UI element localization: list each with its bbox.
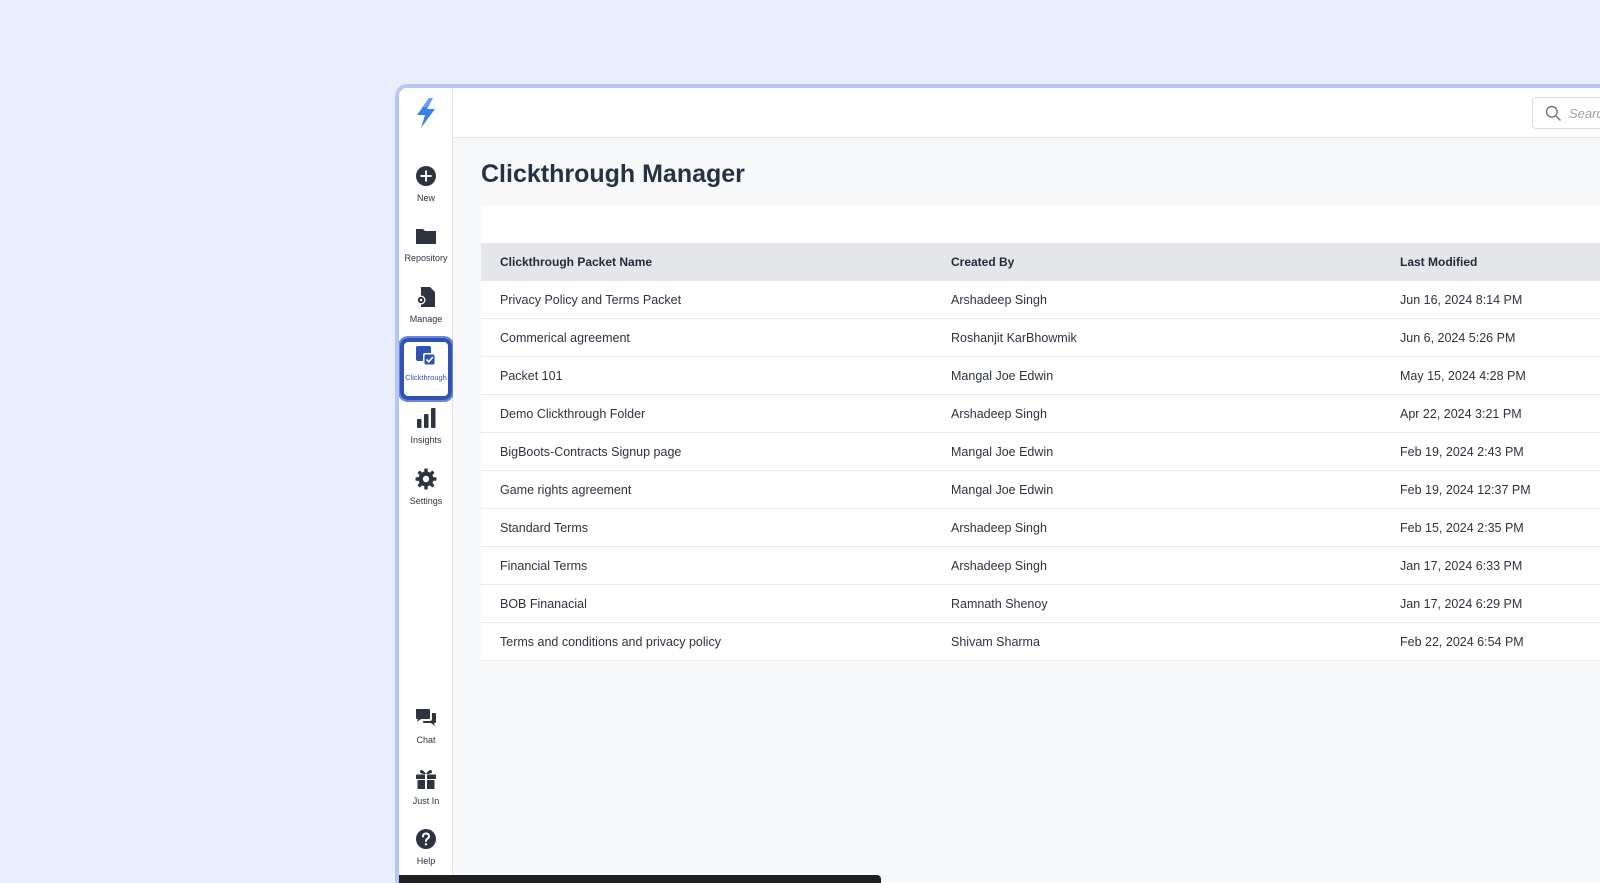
last-modified-cell: Feb 15, 2024 2:35 PM	[1400, 520, 1524, 535]
sidebar-item-label: Repository	[404, 253, 448, 263]
created-by-cell: Arshadeep Singh	[951, 520, 1047, 535]
document-gear-icon	[416, 287, 435, 307]
packet-name-cell: Privacy Policy and Terms Packet	[500, 292, 682, 307]
sidebar-item-label: Insights	[410, 435, 442, 445]
sidebar-item-label: Settings	[409, 496, 443, 506]
table-row[interactable]: Terms and conditions and privacy policy …	[481, 623, 1600, 661]
sidebar-item-clickthrough[interactable]: Clickthrough	[400, 338, 452, 400]
help-icon	[416, 829, 436, 849]
search-box[interactable]	[1532, 97, 1600, 129]
sidebar-item-label: Manage	[409, 314, 443, 324]
packet-name-cell: Packet 101	[500, 368, 563, 383]
table-row[interactable]: Demo Clickthrough Folder Arshadeep Singh…	[481, 395, 1600, 433]
search-input[interactable]	[1569, 105, 1600, 121]
last-modified-cell: Feb 19, 2024 2:43 PM	[1400, 444, 1524, 459]
clickthrough-table: Clickthrough Packet Name Created By Last…	[481, 206, 1600, 662]
sidebar-item-help[interactable]: Help	[399, 821, 453, 881]
lightning-logo-icon	[417, 98, 435, 128]
last-modified-cell: Feb 19, 2024 12:37 PM	[1400, 482, 1531, 497]
sidebar-item-label: Just In	[412, 796, 440, 806]
plus-circle-icon	[416, 166, 436, 186]
app-logo[interactable]	[399, 88, 453, 138]
table-row[interactable]: Packet 101 Mangal Joe Edwin May 15, 2024…	[481, 357, 1600, 395]
gift-icon	[416, 770, 436, 789]
folder-icon	[416, 229, 436, 244]
sidebar: New Repository Manage Clickthrough Insig…	[399, 88, 453, 883]
sidebar-item-label: Chat	[416, 735, 436, 745]
top-bar	[453, 88, 1600, 138]
clickthrough-icon	[416, 346, 436, 366]
browser-status-bar	[399, 875, 881, 883]
column-header-packet-name[interactable]: Clickthrough Packet Name	[500, 255, 652, 269]
column-header-created-by[interactable]: Created By	[951, 255, 1014, 269]
last-modified-cell: Jun 6, 2024 5:26 PM	[1400, 330, 1516, 345]
main-content: Clickthrough Manager Clickthrough Packet…	[453, 138, 1600, 883]
last-modified-cell: May 15, 2024 4:28 PM	[1400, 368, 1526, 383]
gear-icon	[415, 468, 437, 490]
packet-name-cell: Financial Terms	[500, 558, 588, 573]
packet-name-cell: Demo Clickthrough Folder	[500, 406, 646, 421]
sidebar-item-new[interactable]: New	[399, 158, 453, 218]
created-by-cell: Mangal Joe Edwin	[951, 444, 1054, 459]
created-by-cell: Arshadeep Singh	[951, 406, 1047, 421]
last-modified-cell: Jan 17, 2024 6:33 PM	[1400, 558, 1523, 573]
packet-name-cell: BigBoots-Contracts Signup page	[500, 444, 682, 459]
sidebar-item-repository[interactable]: Repository	[399, 218, 453, 278]
sidebar-item-label: Clickthrough	[405, 373, 447, 382]
sidebar-item-label: Help	[416, 856, 436, 866]
created-by-cell: Shivam Sharma	[951, 634, 1040, 649]
sidebar-item-manage[interactable]: Manage	[399, 279, 453, 339]
table-row[interactable]: Commerical agreement Roshanjit KarBhowmi…	[481, 319, 1600, 357]
app-window: New Repository Manage Clickthrough Insig…	[395, 84, 1600, 883]
table-header: Clickthrough Packet Name Created By Last…	[481, 243, 1600, 281]
search-icon	[1545, 105, 1561, 121]
table-row[interactable]: Standard Terms Arshadeep Singh Feb 15, 2…	[481, 509, 1600, 547]
table-body: Privacy Policy and Terms Packet Arshadee…	[481, 281, 1600, 661]
last-modified-cell: Jan 17, 2024 6:29 PM	[1400, 596, 1523, 611]
last-modified-cell: Feb 22, 2024 6:54 PM	[1400, 634, 1524, 649]
sidebar-item-insights[interactable]: Insights	[399, 400, 453, 460]
created-by-cell: Ramnath Shenoy	[951, 596, 1048, 611]
chat-icon	[416, 709, 436, 726]
sidebar-item-label: New	[416, 193, 435, 203]
table-row[interactable]: Privacy Policy and Terms Packet Arshadee…	[481, 281, 1600, 319]
last-modified-cell: Apr 22, 2024 3:21 PM	[1400, 406, 1522, 421]
packet-name-cell: Standard Terms	[500, 520, 589, 535]
sidebar-item-just-in[interactable]: Just In	[399, 761, 453, 821]
sidebar-item-chat[interactable]: Chat	[399, 700, 453, 760]
created-by-cell: Arshadeep Singh	[951, 558, 1047, 573]
bar-chart-icon	[417, 408, 436, 428]
packet-name-cell: Terms and conditions and privacy policy	[500, 634, 721, 649]
table-row[interactable]: Financial Terms Arshadeep Singh Jan 17, …	[481, 547, 1600, 585]
page-title: Clickthrough Manager	[481, 160, 745, 188]
packet-name-cell: Commerical agreement	[500, 330, 630, 345]
created-by-cell: Roshanjit KarBhowmik	[951, 330, 1077, 345]
table-row[interactable]: BOB Finanacial Ramnath Shenoy Jan 17, 20…	[481, 585, 1600, 623]
packet-name-cell: BOB Finanacial	[500, 596, 587, 611]
column-header-last-modified[interactable]: Last Modified	[1400, 255, 1477, 269]
created-by-cell: Mangal Joe Edwin	[951, 482, 1054, 497]
table-row[interactable]: BigBoots-Contracts Signup page Mangal Jo…	[481, 433, 1600, 471]
last-modified-cell: Jun 16, 2024 8:14 PM	[1400, 292, 1523, 307]
created-by-cell: Arshadeep Singh	[951, 292, 1047, 307]
sidebar-item-settings[interactable]: Settings	[399, 461, 453, 521]
packet-name-cell: Game rights agreement	[500, 482, 632, 497]
table-row[interactable]: Game rights agreement Mangal Joe Edwin F…	[481, 471, 1600, 509]
created-by-cell: Mangal Joe Edwin	[951, 368, 1054, 383]
